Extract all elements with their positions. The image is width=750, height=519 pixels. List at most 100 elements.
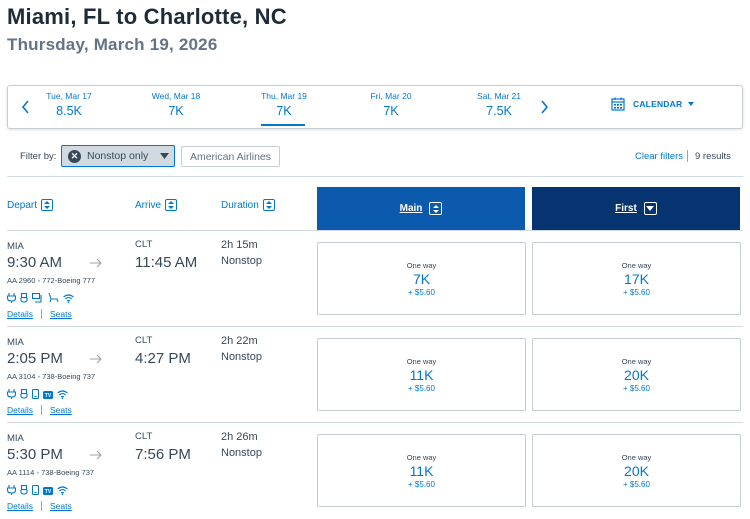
seats-link[interactable]: Seats — [50, 501, 72, 511]
divider — [7, 176, 743, 177]
amenities-list: TV — [6, 386, 68, 404]
remove-filter-icon[interactable]: ✕ — [68, 149, 81, 163]
details-link[interactable]: Details — [7, 405, 33, 415]
arrow-right-icon — [90, 447, 102, 465]
depart-time: 2:05 PM — [7, 350, 63, 367]
first-fare-button[interactable]: One way 20K + $5.60 — [532, 338, 741, 411]
flight-duration: 2h 22m — [221, 335, 258, 347]
divider — [40, 501, 42, 511]
fare-points: 11K — [409, 367, 434, 383]
arrive-airport-code: CLT — [135, 431, 153, 442]
selected-date-underline — [261, 124, 305, 126]
device-entertainment-icon — [31, 482, 40, 500]
arrive-time: 11:45 AM — [135, 254, 198, 271]
usb-icon — [20, 290, 28, 308]
amenities-list — [6, 290, 74, 308]
first-cabin-label: First — [615, 203, 637, 214]
caret-down-icon — [688, 102, 695, 106]
sort-desc-icon — [643, 202, 657, 215]
fare-taxes: + $5.60 — [623, 384, 650, 393]
date-option-selected[interactable]: Thu, Mar 19 7K — [234, 90, 334, 126]
date-option-price: 8.5K — [56, 104, 82, 118]
date-option-label: Fri, Mar 20 — [370, 91, 412, 101]
depart-airport-code: MIA — [7, 241, 24, 252]
date-option-price: 7K — [383, 104, 399, 118]
next-date-button[interactable] — [533, 86, 555, 128]
svg-text:TV: TV — [45, 393, 52, 399]
arrive-airport-code: CLT — [135, 335, 153, 346]
calendar-label: CALENDAR — [633, 99, 683, 109]
divider — [7, 230, 743, 231]
sort-arrive-header[interactable]: Arrive — [135, 199, 178, 211]
filter-chip-label: Nonstop only — [87, 150, 149, 162]
fare-type-label: One way — [406, 357, 437, 366]
wifi-icon — [57, 482, 68, 500]
details-link[interactable]: Details — [7, 501, 33, 511]
main-fare-button[interactable]: One way 7K + $5.60 — [317, 242, 526, 315]
arrive-time: 7:56 PM — [135, 446, 191, 463]
results-count: 9 results — [695, 151, 731, 162]
sort-icon — [165, 199, 178, 211]
fare-points: 11K — [409, 463, 434, 479]
first-fare-button[interactable]: One way 17K + $5.60 — [532, 242, 741, 315]
stops-label: Nonstop — [221, 255, 262, 267]
fare-taxes: + $5.60 — [623, 480, 650, 489]
fare-points: 20K — [624, 367, 649, 383]
flight-links: Details Seats — [7, 309, 72, 319]
calendar-icon — [611, 97, 625, 111]
page-title: Miami, FL to Charlotte, NC — [7, 4, 287, 29]
usb-icon — [20, 482, 28, 500]
svg-text:TV: TV — [45, 489, 52, 495]
main-fare-button[interactable]: One way 11K + $5.60 — [317, 434, 526, 507]
fare-points: 20K — [624, 463, 649, 479]
stops-label: Nonstop — [221, 447, 262, 459]
dropdown-arrow-icon — [160, 153, 170, 159]
main-fare-button[interactable]: One way 11K + $5.60 — [317, 338, 526, 411]
calendar-button[interactable]: CALENDAR — [611, 97, 695, 111]
details-link[interactable]: Details — [7, 309, 33, 319]
arrow-right-icon — [90, 351, 102, 369]
airline-filter-button[interactable]: American Airlines — [181, 146, 280, 167]
first-cabin-header[interactable]: First — [532, 187, 740, 230]
depart-airport-code: MIA — [7, 433, 24, 444]
fare-type-label: One way — [406, 261, 437, 270]
seats-link[interactable]: Seats — [50, 405, 72, 415]
flight-links: Details Seats — [7, 405, 72, 415]
flight-duration: 2h 26m — [221, 431, 258, 443]
divider — [7, 422, 743, 423]
clear-filters-link[interactable]: Clear filters — [635, 151, 683, 162]
wifi-icon — [57, 386, 68, 404]
date-option-price: 7K — [168, 104, 184, 118]
sort-depart-header[interactable]: Depart — [7, 199, 54, 211]
date-option[interactable]: Fri, Mar 20 7K — [341, 90, 441, 120]
chevron-right-icon — [540, 100, 548, 114]
main-cabin-header[interactable]: Main — [317, 187, 525, 230]
date-option[interactable]: Tue, Mar 17 8.5K — [19, 90, 119, 120]
power-icon — [6, 290, 17, 308]
stops-label: Nonstop — [221, 351, 262, 363]
first-fare-button[interactable]: One way 20K + $5.60 — [532, 434, 741, 507]
filter-label: Filter by: — [20, 151, 57, 162]
fare-points: 7K — [412, 271, 431, 287]
date-option-price: 7K — [276, 104, 292, 118]
main-cabin-label: Main — [399, 203, 423, 214]
flight-number-aircraft: AA 3104 ◦ 738-Boeing 737 — [7, 372, 96, 381]
fare-taxes: + $5.60 — [408, 480, 435, 489]
amenities-list: TV — [6, 482, 68, 500]
seats-link[interactable]: Seats — [50, 309, 72, 319]
divider — [40, 405, 42, 415]
tv-icon: TV — [43, 386, 53, 404]
depart-airport-code: MIA — [7, 337, 24, 348]
date-option-label: Thu, Mar 19 — [261, 91, 307, 101]
depart-time: 5:30 PM — [7, 446, 63, 463]
fare-type-label: One way — [621, 453, 652, 462]
date-option[interactable]: Wed, Mar 18 7K — [126, 90, 226, 120]
arrow-right-icon — [90, 255, 102, 273]
divider — [40, 309, 42, 319]
sort-duration-header[interactable]: Duration — [221, 199, 275, 211]
power-icon — [6, 482, 17, 500]
depart-header-label: Depart — [7, 199, 38, 211]
fare-type-label: One way — [406, 453, 437, 462]
nonstop-filter-dropdown[interactable]: ✕ Nonstop only — [61, 145, 175, 167]
divider — [7, 326, 743, 327]
